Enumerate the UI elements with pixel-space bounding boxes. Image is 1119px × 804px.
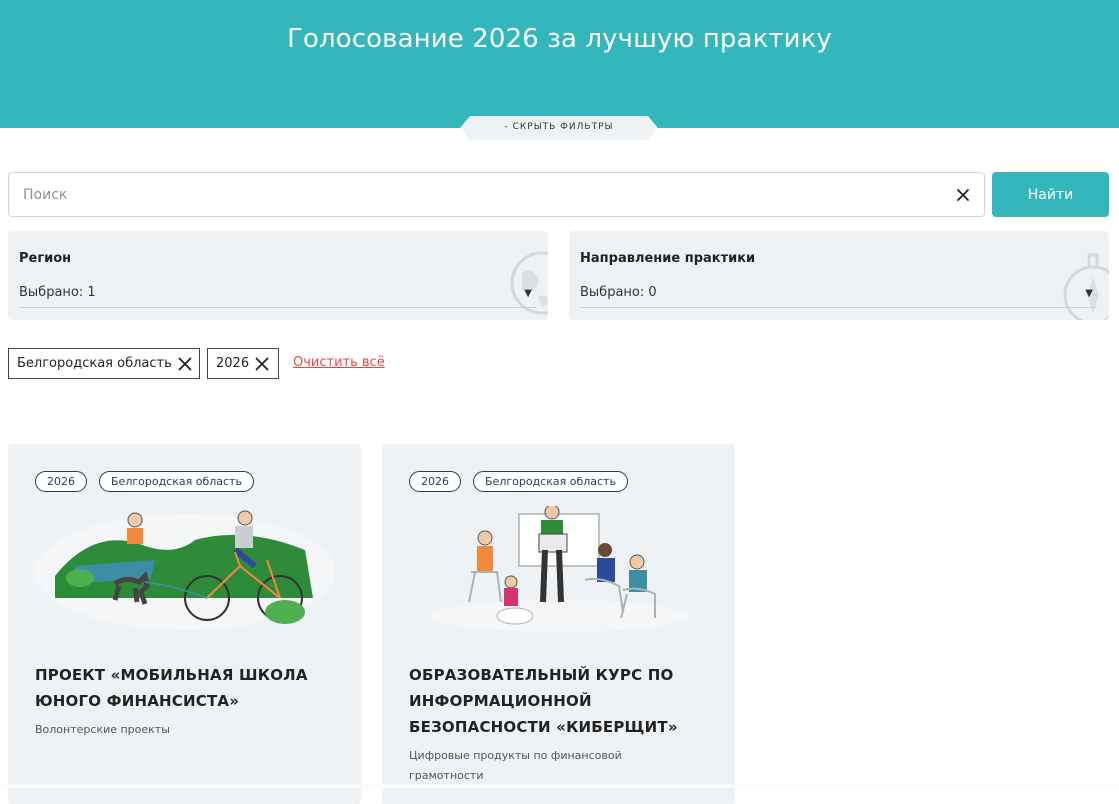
divider (0, 784, 1119, 788)
practice-card[interactable]: 2026 Белгородская область ПРОЕКТ «МОБИЛЬ… (8, 444, 361, 804)
card-category-line: Цифровые продукты по финансовой (409, 749, 622, 762)
chip-label: Белгородская область (17, 356, 172, 371)
card-title-line: ПРОЕКТ «МОБИЛЬНАЯ ШКОЛА (35, 666, 308, 684)
hide-filters-toggle[interactable]: - скрыть фильтры (460, 116, 658, 140)
region-filter-label: Регион (19, 251, 72, 266)
search-button[interactable]: Найти (992, 172, 1109, 217)
card-illustration (35, 510, 335, 630)
close-icon[interactable] (954, 186, 972, 204)
direction-filter-selected: Выбрано: 0 (580, 285, 657, 300)
card-title[interactable]: ПРОЕКТ «МОБИЛЬНАЯ ШКОЛА ЮНОГО ФИНАНСИСТА… (35, 662, 335, 714)
chevron-down-icon[interactable]: ▼ (524, 288, 532, 299)
region-badge: Белгородская область (473, 471, 628, 492)
card-title[interactable]: ОБРАЗОВАТЕЛЬНЫЙ КУРС ПО ИНФОРМАЦИОННОЙ Б… (409, 662, 709, 740)
page-header: Голосование 2026 за лучшую практику (0, 0, 1119, 128)
direction-filter-label: Направление практики (580, 251, 756, 266)
search-box (8, 172, 985, 217)
chip-label: 2026 (216, 356, 250, 371)
divider (580, 307, 1097, 308)
practice-card[interactable]: 2026 Белгородская область ОБРАЗОВАТЕЛЬНЫ… (382, 444, 735, 804)
year-badge: 2026 (35, 471, 87, 492)
card-title-line: ИНФОРМАЦИОННОЙ (409, 692, 592, 710)
hide-filters-label: - скрыть фильтры (504, 122, 614, 132)
divider (19, 307, 536, 308)
card-category-line: Волонтерские проекты (35, 723, 170, 736)
card-illustration (429, 506, 689, 632)
region-filter-selected: Выбрано: 1 (19, 285, 96, 300)
close-icon[interactable] (255, 356, 269, 371)
card-category: Волонтерские проекты (35, 720, 335, 740)
clear-all-link[interactable]: Очистить всё (293, 355, 385, 370)
search-input[interactable] (23, 173, 923, 216)
compass-icon (1063, 253, 1109, 320)
card-title-line: ОБРАЗОВАТЕЛЬНЫЙ КУРС ПО (409, 666, 674, 684)
chevron-down-icon[interactable]: ▼ (1085, 288, 1093, 299)
close-icon[interactable] (178, 356, 192, 371)
card-title-line: ЮНОГО ФИНАНСИСТА» (35, 692, 240, 710)
region-badge: Белгородская область (99, 471, 254, 492)
card-category: Цифровые продукты по финансовой грамотно… (409, 746, 709, 786)
region-filter[interactable]: Регион Выбрано: 1 ▼ (8, 231, 548, 320)
card-title-line: БЕЗОПАСНОСТИ «КИБЕРЩИТ» (409, 718, 678, 736)
filter-chip-region[interactable]: Белгородская область (8, 348, 200, 379)
year-badge: 2026 (409, 471, 461, 492)
filter-chip-year[interactable]: 2026 (207, 348, 279, 379)
card-category-line: грамотности (409, 769, 484, 782)
direction-filter[interactable]: Направление практики Выбрано: 0 ▼ (569, 231, 1109, 320)
page-title: Голосование 2026 за лучшую практику (287, 24, 832, 54)
